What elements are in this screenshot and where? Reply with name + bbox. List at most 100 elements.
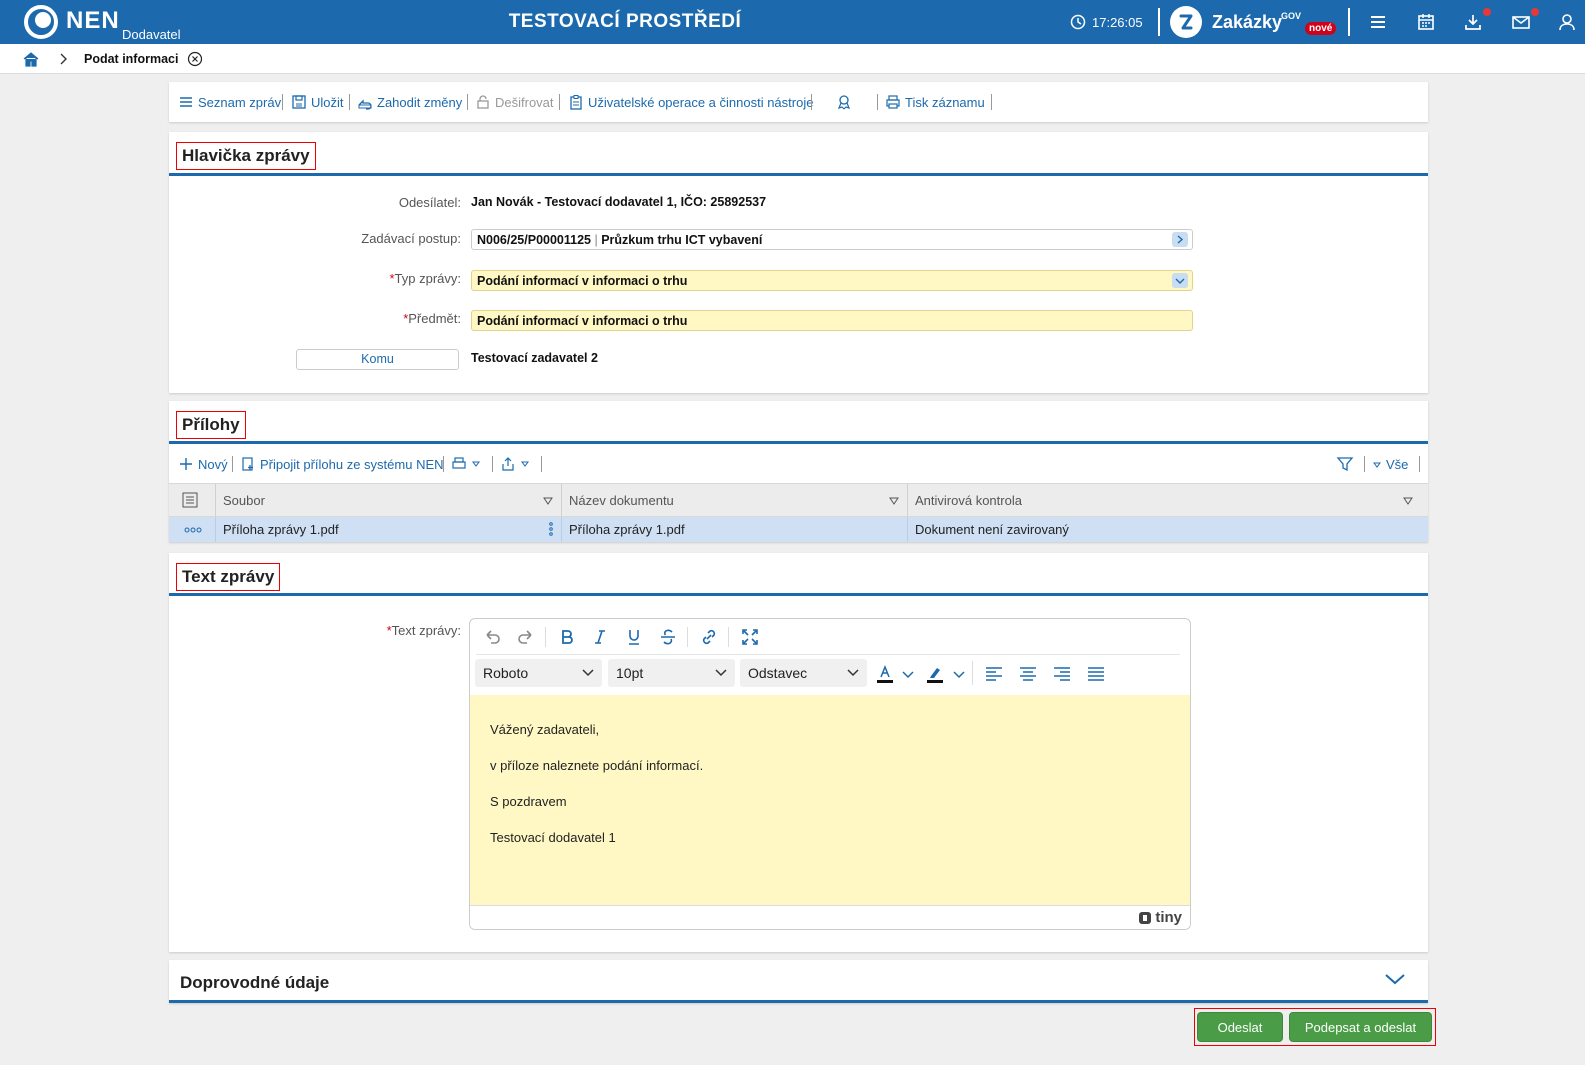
column-header-doc-name[interactable]: Název dokumentu: [561, 484, 907, 516]
print-attachments-button[interactable]: [451, 456, 481, 472]
accompanying-data-panel[interactable]: Doprovodné údaje: [169, 960, 1428, 1003]
menu-icon[interactable]: [1368, 12, 1388, 32]
kebab-menu-icon: [549, 522, 553, 536]
discard-changes-button[interactable]: Zahodit změny: [357, 94, 462, 110]
home-icon[interactable]: [22, 50, 40, 68]
sender-label: Odesílatel:: [398, 195, 461, 210]
filter-icon[interactable]: [1336, 455, 1354, 473]
decrypt-button[interactable]: Dešifrovat: [475, 94, 554, 110]
attachments-toolbar: Nový Připojit přílohu ze systému NEN Vše: [169, 449, 1428, 479]
font-size-select[interactable]: 10pt: [608, 659, 735, 687]
calendar-icon[interactable]: [1416, 12, 1436, 32]
bold-icon[interactable]: [557, 627, 577, 647]
redo-icon[interactable]: [516, 627, 536, 647]
attachments-grid-header: Soubor Název dokumentu Antivirová kontro…: [169, 483, 1428, 517]
toolbar-separator: [728, 627, 729, 647]
award-button[interactable]: [836, 94, 852, 110]
zakazky-logo-icon[interactable]: [1170, 6, 1202, 38]
procedure-separator: |: [594, 233, 598, 247]
mail-icon[interactable]: [1511, 12, 1531, 32]
toolbar-separator: [541, 456, 542, 472]
table-row[interactable]: Příloha zprávy 1.pdf Příloha zprávy 1.pd…: [169, 517, 1428, 542]
procedure-field[interactable]: N006/25/P00001125 | Průzkum trhu ICT vyb…: [471, 229, 1193, 250]
toolbar-separator: [492, 456, 493, 472]
column-settings-icon[interactable]: [175, 484, 211, 516]
link-icon[interactable]: [699, 627, 719, 647]
align-right-icon[interactable]: [1052, 664, 1072, 684]
row-actions-icon[interactable]: [175, 517, 211, 542]
download-icon[interactable]: [1463, 12, 1483, 32]
nen-logo-icon[interactable]: [24, 5, 58, 39]
recipient-button[interactable]: Komu: [296, 349, 459, 370]
column-header-file[interactable]: Soubor: [215, 484, 561, 516]
subject-label-text: Předmět:: [408, 311, 461, 326]
zakazky-link[interactable]: Zakázky: [1212, 12, 1282, 33]
cell-antivirus: Dokument není zavirovaný: [915, 522, 1069, 537]
block-format-select[interactable]: Odstavec: [740, 659, 867, 687]
notification-dot: [1483, 8, 1491, 16]
message-type-select[interactable]: Podání informací v informaci o trhu: [471, 270, 1193, 291]
sign-and-send-button[interactable]: Podepsat a odeslat: [1289, 1012, 1432, 1042]
section-underline: [169, 441, 1428, 444]
align-justify-icon[interactable]: [1086, 664, 1106, 684]
underline-icon[interactable]: [624, 627, 644, 647]
toolbar-separator: [972, 661, 973, 685]
message-toolbar: Seznam zpráv Uložit Zahodit změny Dešifr…: [169, 82, 1428, 122]
fullscreen-icon[interactable]: [740, 627, 760, 647]
editor-content[interactable]: Vážený zadavateli, v příloze naleznete p…: [470, 695, 1190, 907]
logo-text: NEN: [66, 7, 120, 34]
attach-from-nen-button[interactable]: Připojit přílohu ze systému NEN: [240, 456, 444, 472]
open-procedure-button[interactable]: [1172, 232, 1188, 247]
section-underline: [169, 593, 1428, 596]
save-icon: [292, 95, 306, 109]
view-all-label: Vše: [1386, 457, 1409, 472]
column-menu-icon: [1403, 497, 1413, 505]
chevron-down-icon[interactable]: [952, 664, 972, 684]
column-header-antivirus[interactable]: Antivirová kontrola: [907, 484, 1427, 516]
procedure-code: N006/25/P00001125: [477, 233, 591, 247]
chevron-down-icon[interactable]: [1384, 972, 1406, 986]
save-label: Uložit: [311, 94, 344, 110]
column-menu-icon: [889, 497, 899, 505]
chevron-down-icon: [847, 669, 859, 677]
close-tab-icon[interactable]: [187, 51, 203, 67]
subject-label: *Předmět:: [403, 311, 461, 326]
divider: [1158, 8, 1160, 36]
toolbar-separator: [349, 94, 350, 110]
print-record-button[interactable]: Tisk záznamu: [885, 94, 985, 110]
print-record-label: Tisk záznamu: [905, 94, 985, 110]
message-list-button[interactable]: Seznam zpráv: [178, 94, 281, 110]
cell-doc-name: Příloha zprávy 1.pdf: [569, 522, 685, 537]
cell-file[interactable]: Příloha zprávy 1.pdf: [215, 517, 561, 542]
toolbar-separator: [1419, 456, 1420, 472]
message-type-dropdown-button[interactable]: [1172, 273, 1188, 288]
message-type-value: Podání informací v informaci o trhu: [477, 274, 688, 288]
chevron-down-icon[interactable]: [901, 664, 921, 684]
text-color-icon[interactable]: [875, 664, 895, 684]
user-operations-button[interactable]: Uživatelské operace a činnosti nástroje: [568, 94, 813, 110]
tiny-branding[interactable]: tiny: [1138, 909, 1182, 926]
align-left-icon[interactable]: [984, 664, 1004, 684]
subject-input[interactable]: Podání informací v informaci o trhu: [471, 310, 1193, 331]
strikethrough-icon[interactable]: [658, 627, 678, 647]
save-button[interactable]: Uložit: [291, 94, 344, 110]
chevron-down-icon: [582, 669, 594, 677]
export-button[interactable]: [500, 456, 530, 472]
italic-icon[interactable]: [590, 627, 610, 647]
message-text-label-text: Text zprávy:: [391, 623, 461, 638]
message-text-panel: Text zprávy *Text zprávy: Roboto 10pt Od…: [169, 553, 1428, 952]
align-center-icon[interactable]: [1018, 664, 1038, 684]
divider: [1348, 8, 1350, 36]
sender-value: Jan Novák - Testovací dodavatel 1, IČO: …: [471, 195, 767, 209]
view-all-dropdown[interactable]: Vše: [1372, 457, 1408, 472]
top-bar: NEN Dodavatel TESTOVACÍ PROSTŘEDÍ 17:26:…: [0, 0, 1585, 44]
font-family-select[interactable]: Roboto: [475, 659, 602, 687]
user-icon[interactable]: [1557, 12, 1577, 32]
undo-icon[interactable]: [482, 627, 502, 647]
toolbar-separator: [687, 627, 688, 647]
tiny-logo-icon: [1139, 911, 1152, 924]
new-attachment-button[interactable]: Nový: [178, 456, 228, 472]
list-icon: [180, 97, 192, 107]
send-button[interactable]: Odeslat: [1197, 1012, 1283, 1042]
highlight-color-icon[interactable]: [925, 664, 945, 684]
